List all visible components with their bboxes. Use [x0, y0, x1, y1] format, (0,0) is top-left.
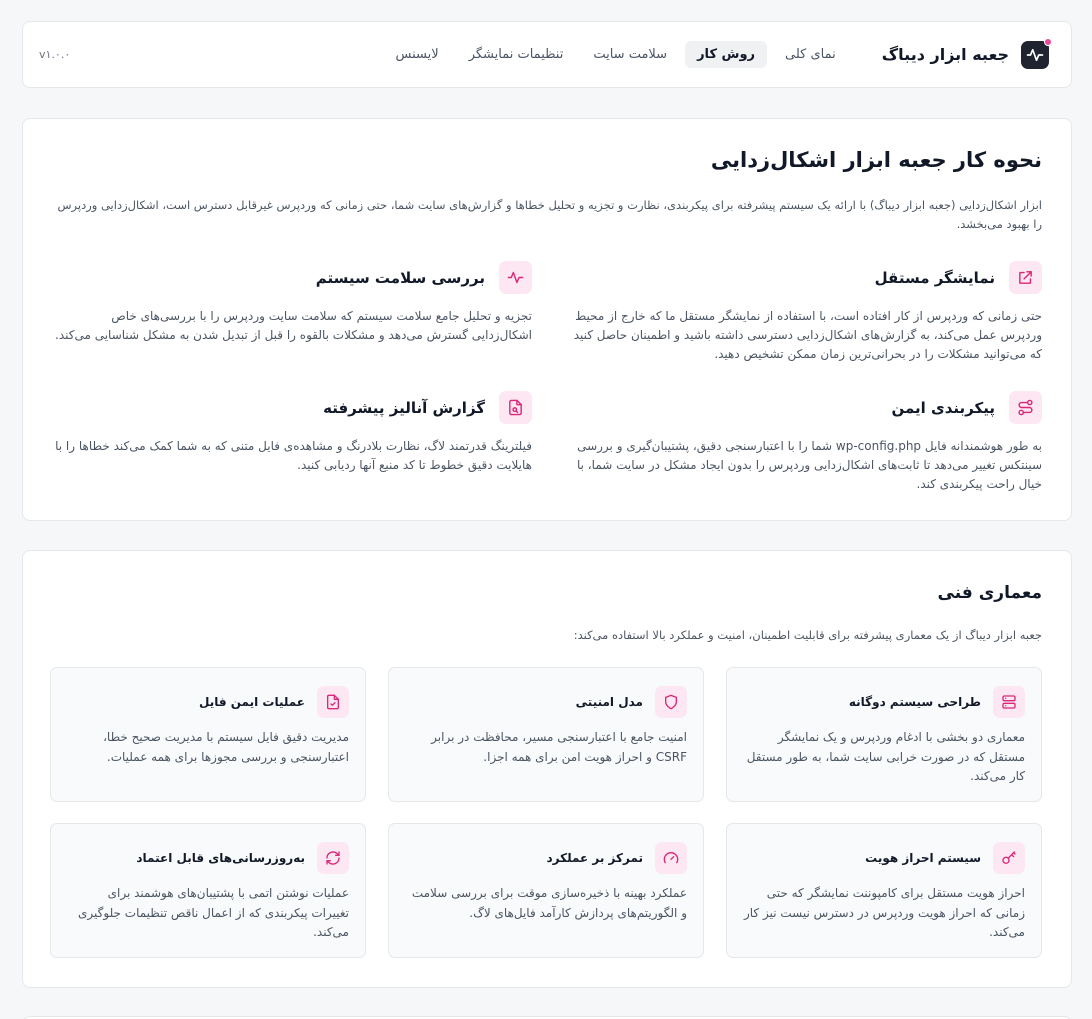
refresh-icon	[317, 842, 349, 874]
feature-safe-config: پیکربندی ایمن به طور هوشمندانه فایل wp-c…	[562, 391, 1042, 494]
nav-viewer-settings[interactable]: تنظیمات نمایشگر	[457, 41, 576, 68]
feature-desc: به طور هوشمندانه فایل wp-config.php شما …	[576, 439, 1042, 491]
activity-logo-icon	[1021, 37, 1052, 69]
arch-reliable-updates: به‌روزرسانی‌های قابل اعتماد عملیات نوشتن…	[50, 823, 366, 958]
how-it-works-card: نحوه کار جعبه ابزار اشکال‌زدایی ابزار اش…	[22, 118, 1072, 521]
feature-advanced-analysis: گزارش آنالیز پیشرفته فیلترینگ قدرتمند لا…	[52, 391, 532, 475]
arch-desc: احراز هویت مستقل برای کامپوننت نمایشگر ک…	[743, 886, 1025, 939]
arch-title: طراحی سیستم دوگانه	[848, 695, 981, 709]
feature-desc: فیلترینگ قدرتمند لاگ، نظارت بلادرنگ و مش…	[55, 439, 532, 472]
feature-title: پیکربندی ایمن	[891, 398, 995, 417]
brand-title: جعبه ابزار دیباگ	[881, 45, 1009, 64]
feature-title: بررسی سلامت سیستم	[315, 268, 485, 287]
arch-title: مدل امنیتی	[575, 695, 643, 709]
route-icon	[1009, 391, 1042, 424]
file-search-icon	[499, 391, 532, 424]
brand[interactable]: جعبه ابزار دیباگ	[881, 37, 1052, 69]
feature-title: گزارش آنالیز پیشرفته	[323, 398, 485, 417]
arch-desc: عملیات نوشتن اتمی با پشتیبان‌های هوشمند …	[78, 886, 349, 939]
feature-desc: تجزیه و تحلیل جامع سلامت سیستم که سلامت …	[55, 309, 532, 342]
nav-overview[interactable]: نمای کلی	[773, 41, 848, 68]
arch-title: به‌روزرسانی‌های قابل اعتماد	[136, 851, 305, 865]
notification-dot	[1044, 37, 1052, 46]
key-icon	[993, 842, 1025, 874]
nav-how-it-works[interactable]: روش کار	[685, 41, 768, 68]
section-lead: ابزار اشکال‌زدایی (جعبه ابزار دیباگ) با …	[57, 198, 1043, 231]
feature-system-health: بررسی سلامت سیستم تجزیه و تحلیل جامع سلا…	[52, 261, 532, 345]
section-lead: جعبه ابزار دیباگ از یک معماری پیشرفته بر…	[573, 628, 1042, 642]
nav-site-health[interactable]: سلامت سایت	[581, 41, 679, 68]
file-check-icon	[317, 686, 349, 718]
arch-title: عملیات ایمن فایل	[198, 695, 305, 709]
feature-standalone-viewer: نمایشگر مستقل حتی زمانی که وردپرس از کار…	[562, 261, 1042, 364]
shield-icon	[655, 686, 687, 718]
gauge-icon	[655, 842, 687, 874]
feature-title: نمایشگر مستقل	[874, 268, 995, 287]
version-label: v۱.۰.۰	[39, 48, 71, 61]
top-header: جعبه ابزار دیباگ نمای کلی روش کار سلامت …	[22, 21, 1072, 88]
architecture-card: معماری فنی جعبه ابزار دیباگ از یک معماری…	[22, 550, 1072, 988]
arch-desc: عملکرد بهینه با ذخیره‌سازی موقت برای برر…	[411, 886, 687, 920]
arch-security-model: مدل امنیتی امنیت جامع با اعتبارسنجی مسیر…	[388, 667, 704, 802]
feature-desc: حتی زمانی که وردپرس از کار افتاده است، ب…	[573, 309, 1042, 361]
external-link-icon	[1009, 261, 1042, 294]
nav-license[interactable]: لایسنس	[384, 41, 451, 68]
arch-performance: تمرکز بر عملکرد عملکرد بهینه با ذخیره‌سا…	[388, 823, 704, 958]
arch-title: سیستم احراز هویت	[865, 851, 981, 865]
server-icon	[993, 686, 1025, 718]
arch-desc: امنیت جامع با اعتبارسنجی مسیر، محافظت در…	[431, 730, 687, 764]
arch-title: تمرکز بر عملکرد	[546, 851, 643, 865]
arch-desc: معماری دو بخشی با ادغام وردپرس و یک نمای…	[746, 730, 1025, 783]
activity-icon	[499, 261, 532, 294]
main-nav: نمای کلی روش کار سلامت سایت تنظیمات نمای…	[384, 41, 848, 68]
arch-safe-file-ops: عملیات ایمن فایل مدیریت دقیق فایل سیستم …	[50, 667, 366, 802]
arch-dual-system: طراحی سیستم دوگانه معماری دو بخشی با ادغ…	[726, 667, 1042, 802]
section-title: معماری فنی	[937, 583, 1042, 603]
section-title: نحوه کار جعبه ابزار اشکال‌زدایی	[710, 148, 1042, 172]
arch-auth-system: سیستم احراز هویت احراز هویت مستقل برای ک…	[726, 823, 1042, 958]
arch-desc: مدیریت دقیق فایل سیستم با مدیریت صحیح خط…	[103, 730, 349, 764]
